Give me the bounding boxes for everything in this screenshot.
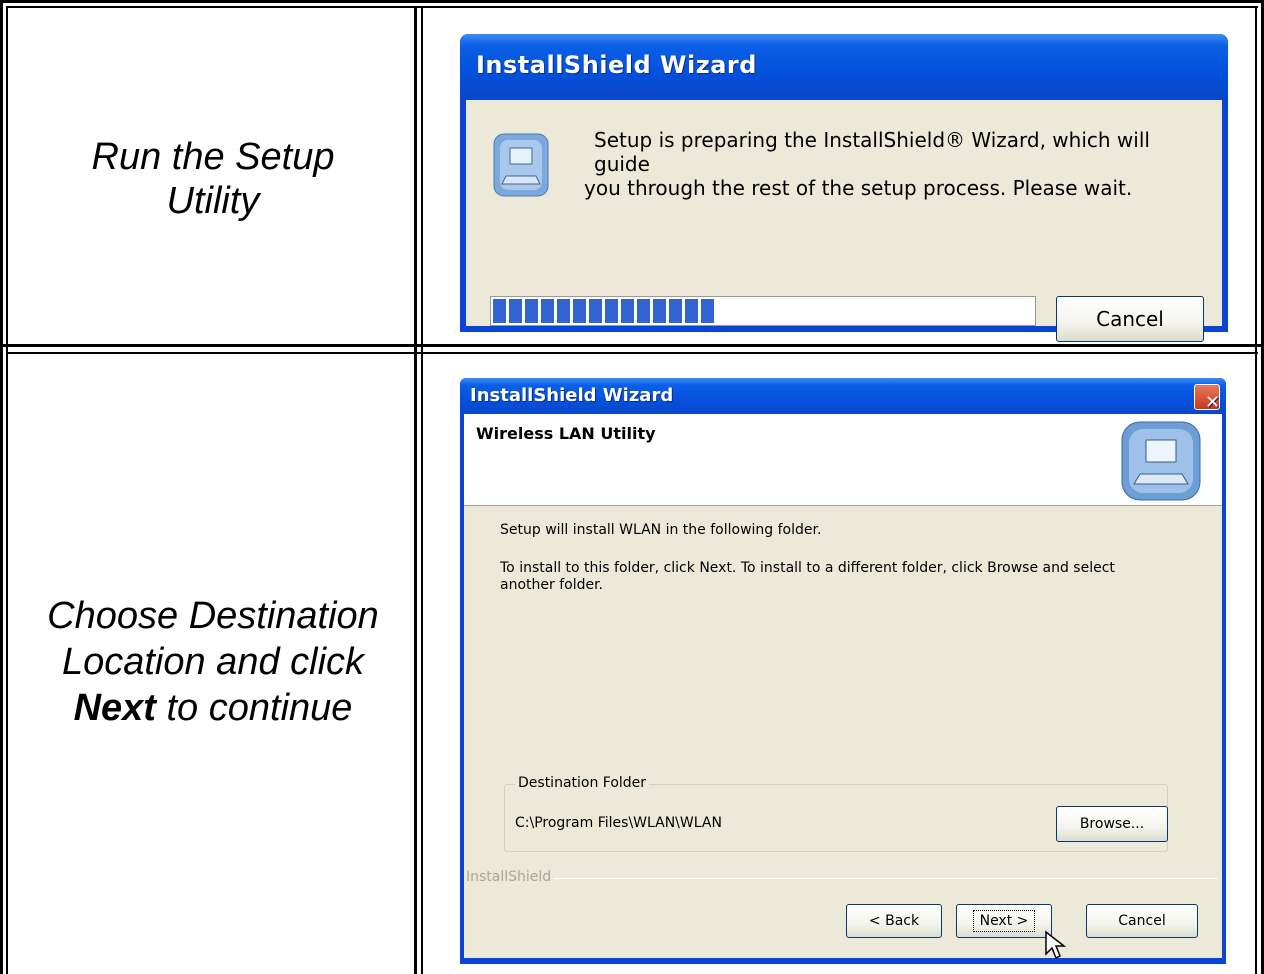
setup-computer-icon (493, 133, 549, 197)
button-label: < Back (868, 913, 920, 929)
brand-label: InstallShield (466, 869, 558, 885)
browse-button[interactable]: Browse... (1056, 806, 1168, 842)
progress-block (669, 299, 682, 323)
message-line: you through the rest of the setup proces… (584, 176, 1133, 200)
progress-block (573, 299, 586, 323)
caption-text: Location and click (61, 641, 365, 683)
border (421, 6, 423, 974)
border (6, 6, 1258, 8)
title-bar: InstallShield Wizard ✕ (460, 378, 1226, 414)
header-title: Wireless LAN Utility (476, 424, 656, 443)
progress-block (541, 299, 554, 323)
intro-text: Setup will install WLAN in the following… (500, 522, 822, 538)
button-label: Cancel (1096, 307, 1164, 331)
button-label: Next > (972, 910, 1036, 932)
button-label: Browse... (1079, 816, 1145, 832)
instructions-text: another folder. (500, 577, 604, 593)
dialog-body: Setup will install WLAN in the following… (464, 506, 1222, 960)
caption-choose-destination: Choose Destination Location and click Ne… (14, 360, 412, 964)
progress-block (589, 299, 602, 323)
progress-block (525, 299, 538, 323)
cancel-button[interactable]: Cancel (1056, 296, 1204, 342)
group-label: Destination Folder (515, 775, 650, 791)
caption-rest: to continue (155, 687, 353, 729)
divider-rule (554, 878, 1218, 879)
caption-bold: Next (73, 687, 156, 729)
close-icon[interactable]: ✕ (1194, 384, 1221, 413)
mouse-cursor-icon (1045, 930, 1067, 960)
border (6, 352, 1258, 354)
border (0, 0, 1264, 3)
setup-computer-icon (1121, 421, 1201, 501)
border (0, 0, 3, 974)
border (6, 6, 8, 974)
cancel-button[interactable]: Cancel (1086, 904, 1198, 938)
message-line: Setup is preparing the InstallShield® Wi… (594, 128, 1150, 176)
window-title: InstallShield Wizard (476, 51, 757, 79)
progress-block (557, 299, 570, 323)
progress-bar (490, 296, 1036, 326)
caption-run-setup: Run the Setup Utility (14, 14, 412, 344)
status-message: Setup is preparing the InstallShield® Wi… (584, 128, 1204, 200)
progress-block (653, 299, 666, 323)
wizard-header: Wireless LAN Utility (464, 414, 1222, 506)
back-button[interactable]: < Back (846, 904, 942, 938)
destination-path: C:\Program Files\WLAN\WLAN (515, 815, 722, 831)
progress-block (621, 299, 634, 323)
instructions-text: To install to this folder, click Next. T… (500, 560, 1115, 576)
border (0, 344, 1264, 347)
next-button[interactable]: Next > (956, 904, 1052, 938)
caption-text: Next to continue (47, 685, 379, 731)
window-title: InstallShield Wizard (470, 385, 674, 406)
progress-block (605, 299, 618, 323)
title-bar: InstallShield Wizard (460, 34, 1228, 100)
border (414, 6, 417, 974)
progress-block (509, 299, 522, 323)
progress-block (701, 299, 714, 323)
close-glyph: ✕ (1205, 392, 1221, 413)
progress-block (685, 299, 698, 323)
caption-text: Choose Destination (47, 595, 379, 637)
installshield-divider: InstallShield (464, 869, 1222, 885)
caption-text: Run the Setup Utility (91, 136, 335, 222)
installshield-preparing-dialog: InstallShield Wizard Setup is preparing … (460, 34, 1228, 342)
button-label: Cancel (1118, 913, 1166, 929)
progress-block (637, 299, 650, 323)
progress-block (493, 299, 506, 323)
progress-fill (493, 299, 714, 323)
border (1255, 6, 1257, 974)
installshield-destination-dialog: InstallShield Wizard ✕ Wireless LAN Util… (460, 378, 1226, 964)
dialog-body: Setup is preparing the InstallShield® Wi… (466, 100, 1222, 342)
